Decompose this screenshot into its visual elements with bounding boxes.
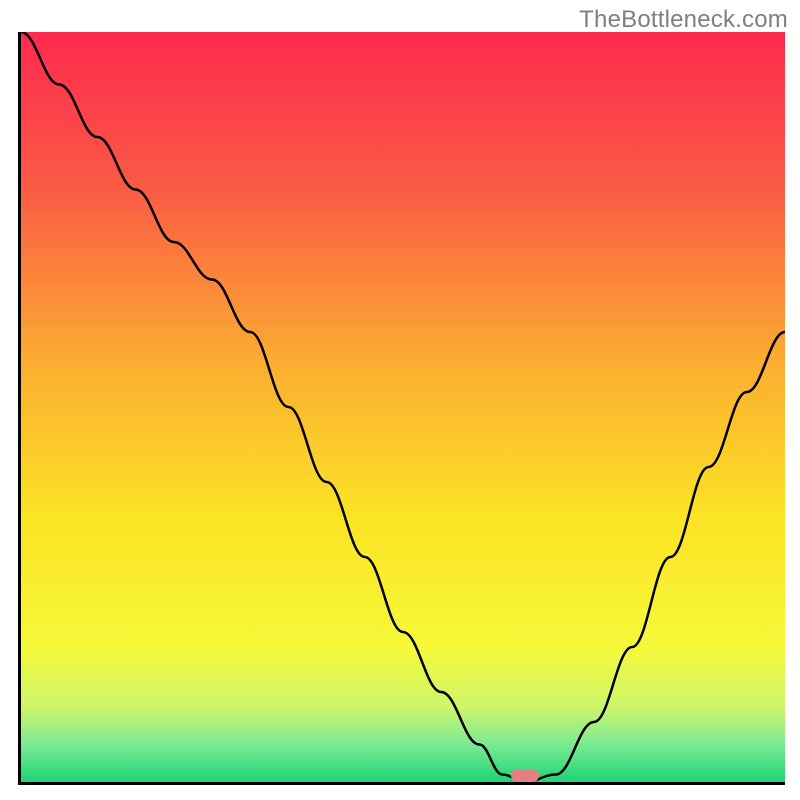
optimal-point-marker — [511, 769, 539, 782]
chart-frame: TheBottleneck.com — [0, 0, 800, 800]
chart-svg — [21, 32, 785, 782]
watermark-text: TheBottleneck.com — [579, 6, 788, 34]
plot-area — [18, 32, 785, 785]
gradient-rect — [21, 32, 785, 782]
